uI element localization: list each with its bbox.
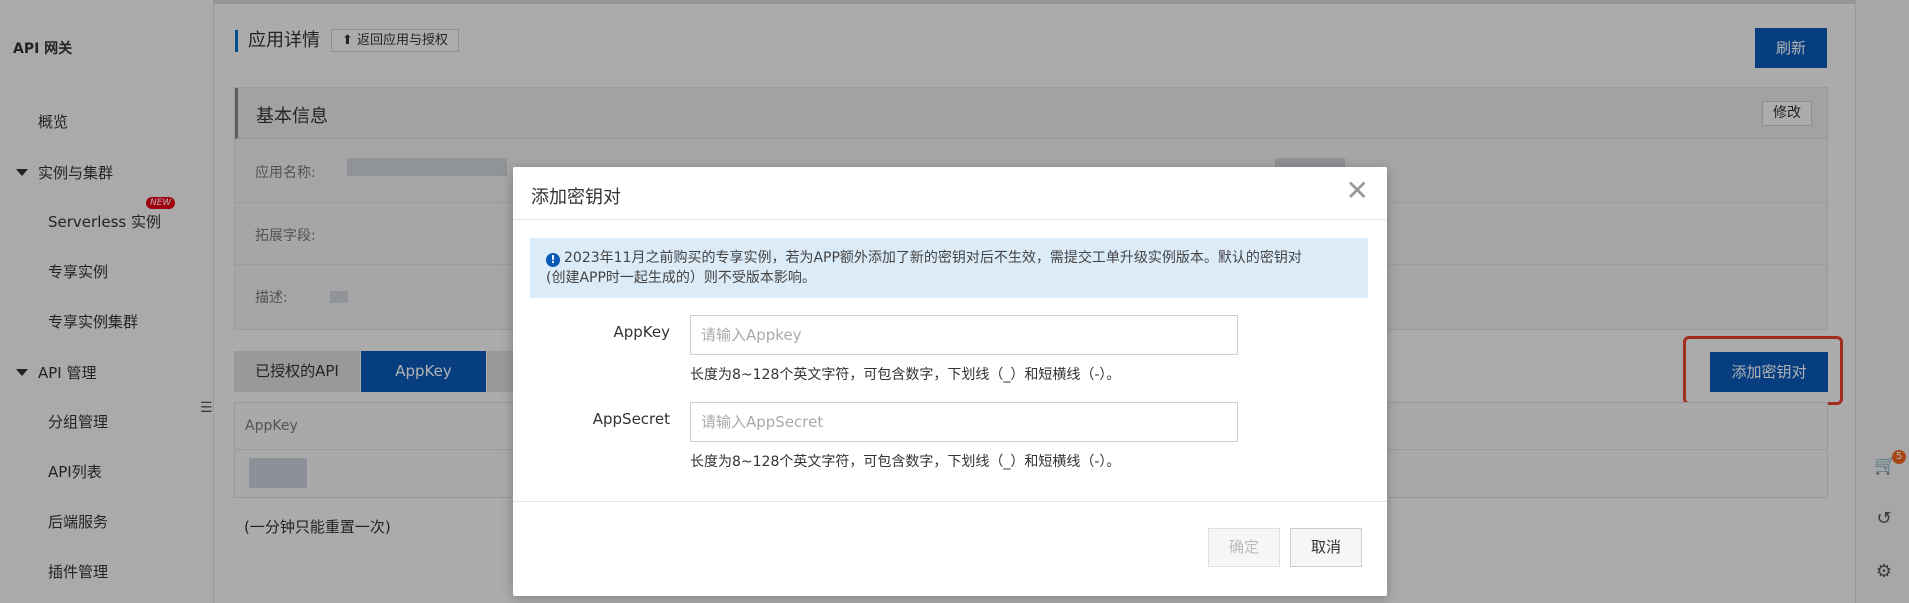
confirm-button[interactable]: 确定 bbox=[1208, 528, 1280, 567]
dialog-footer-divider bbox=[513, 501, 1387, 502]
info-icon: ! bbox=[546, 253, 560, 267]
appkey-hint: 长度为8~128个英文字符，可包含数字，下划线（_）和短横线（-）。 bbox=[690, 367, 1121, 383]
cancel-button[interactable]: 取消 bbox=[1290, 528, 1362, 567]
appsecret-input[interactable] bbox=[690, 402, 1238, 442]
close-icon[interactable]: ✕ bbox=[1346, 177, 1369, 205]
appsecret-label: AppSecret bbox=[592, 410, 670, 428]
appkey-input[interactable] bbox=[690, 315, 1238, 355]
dialog-title: 添加密钥对 bbox=[531, 187, 621, 208]
info-banner: ! 2023年11月之前购买的专享实例，若为APP额外添加了新的密钥对后不生效，需… bbox=[530, 238, 1368, 298]
info-text-line1: 2023年11月之前购买的专享实例，若为APP额外添加了新的密钥对后不生效，需提… bbox=[564, 250, 1302, 266]
info-text-line2: (创建APP时一起生成的）则不受版本影响。 bbox=[546, 270, 816, 286]
appkey-label: AppKey bbox=[613, 323, 671, 341]
appsecret-hint: 长度为8~128个英文字符，可包含数字，下划线（_）和短横线（-）。 bbox=[690, 454, 1121, 470]
add-key-pair-dialog: 添加密钥对 ✕ ! 2023年11月之前购买的专享实例，若为APP额外添加了新的密… bbox=[513, 167, 1387, 596]
dialog-divider bbox=[513, 219, 1387, 220]
